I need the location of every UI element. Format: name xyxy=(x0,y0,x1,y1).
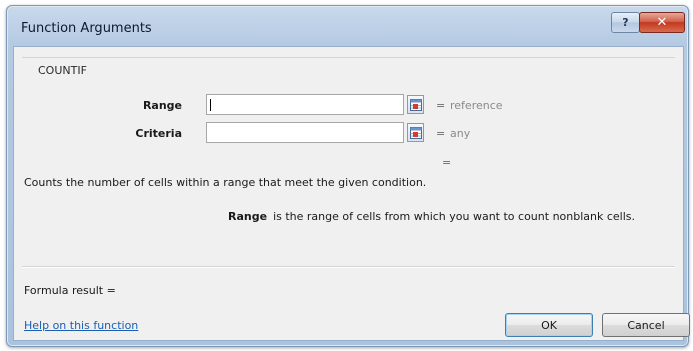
dialog-title: Function Arguments xyxy=(21,21,152,36)
cancel-button[interactable]: Cancel xyxy=(602,313,690,337)
separator xyxy=(22,266,675,268)
title-bar[interactable]: Function Arguments ? ✕ xyxy=(7,6,688,46)
criteria-input[interactable] xyxy=(206,122,404,143)
argument-description-text: is the range of cells from which you wan… xyxy=(273,210,636,223)
function-name: COUNTIF xyxy=(36,64,89,77)
criteria-equals: = xyxy=(436,127,446,140)
formula-result-label: Formula result = xyxy=(24,284,116,297)
help-on-function-link[interactable]: Help on this function xyxy=(24,319,138,332)
argument-description: Range is the range of cells from which yo… xyxy=(228,210,635,223)
help-button[interactable]: ? xyxy=(611,12,640,33)
collapse-dialog-icon xyxy=(410,127,422,139)
result-equals: = xyxy=(442,156,452,169)
criteria-label: Criteria xyxy=(135,127,182,140)
argument-description-name: Range xyxy=(228,210,268,223)
function-description: Counts the number of cells within a rang… xyxy=(24,176,427,189)
range-hint: reference xyxy=(450,99,503,112)
ok-button[interactable]: OK xyxy=(505,313,593,337)
question-icon: ? xyxy=(622,16,629,29)
function-group: COUNTIF Range = reference Criteria = any xyxy=(22,57,675,145)
range-label: Range xyxy=(142,99,182,112)
range-equals: = xyxy=(436,99,446,112)
collapse-dialog-icon xyxy=(410,99,422,111)
close-icon: ✕ xyxy=(656,15,668,30)
dialog-body: COUNTIF Range = reference Criteria = any… xyxy=(13,46,690,341)
close-button[interactable]: ✕ xyxy=(639,12,685,33)
text-caret xyxy=(210,99,211,111)
range-input[interactable] xyxy=(206,94,404,115)
criteria-collapse-button[interactable] xyxy=(407,123,424,142)
criteria-hint: any xyxy=(450,127,471,140)
function-arguments-dialog: Function Arguments ? ✕ COUNTIF Range = r… xyxy=(6,5,690,347)
range-collapse-button[interactable] xyxy=(407,95,424,114)
